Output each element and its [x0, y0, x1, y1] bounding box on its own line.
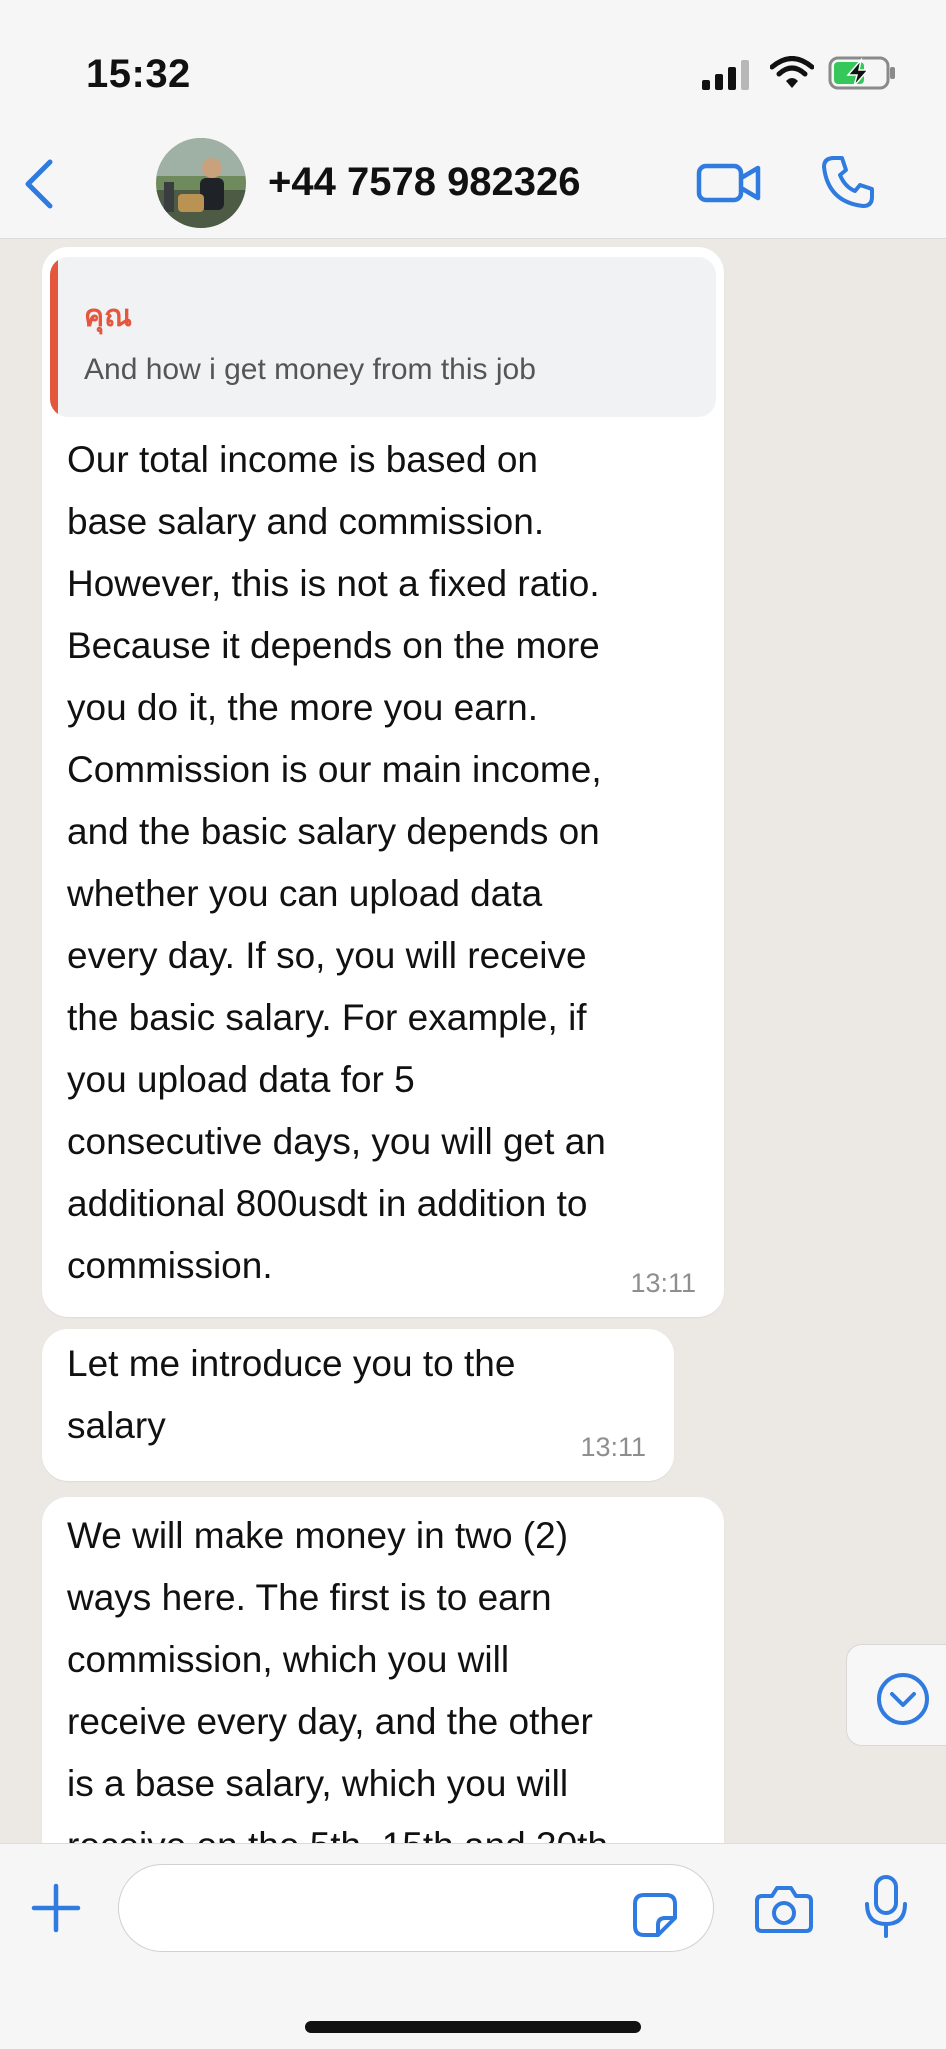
video-call-icon[interactable] — [696, 158, 762, 208]
message-time: 13:11 — [580, 1432, 646, 1462]
camera-icon[interactable] — [754, 1884, 814, 1934]
chat-header: +44 7578 982326 — [0, 130, 946, 239]
message-text: Our total income is based on base salary… — [67, 439, 606, 1286]
incoming-message[interactable]: We will make money in two (2) ways here.… — [42, 1497, 724, 1843]
phone-call-icon[interactable] — [820, 154, 876, 210]
status-time: 15:32 — [86, 52, 191, 96]
signal-icon — [702, 60, 749, 90]
battery-charging-icon — [828, 56, 895, 90]
scroll-to-bottom-button[interactable] — [846, 1644, 946, 1746]
input-bar — [0, 1843, 946, 2049]
incoming-message[interactable]: คุณ And how i get money from this job Ou… — [42, 247, 724, 1317]
back-chevron-icon[interactable] — [20, 158, 60, 210]
message-text: Let me introduce you to the salary — [67, 1343, 516, 1446]
plus-icon[interactable] — [30, 1882, 82, 1934]
chevron-down-circle-icon — [877, 1673, 929, 1725]
quoted-reply[interactable]: คุณ And how i get money from this job — [50, 257, 716, 417]
quote-author: คุณ — [84, 299, 132, 334]
message-input[interactable] — [118, 1864, 714, 1952]
sticker-icon[interactable] — [632, 1892, 678, 1938]
status-bar: 15:32 — [0, 0, 946, 130]
quote-text: And how i get money from this job — [84, 353, 536, 386]
home-indicator — [305, 2021, 641, 2033]
avatar[interactable] — [156, 138, 246, 228]
microphone-icon[interactable] — [862, 1874, 910, 1940]
message-text: We will make money in two (2) ways here.… — [67, 1515, 608, 1843]
contact-name[interactable]: +44 7578 982326 — [268, 160, 581, 205]
quote-accent-bar — [50, 257, 58, 417]
chat-area[interactable]: คุณ And how i get money from this job Ou… — [0, 239, 946, 1843]
wifi-icon — [770, 56, 814, 88]
message-time: 13:11 — [630, 1268, 696, 1298]
incoming-message[interactable]: Let me introduce you to the salary 13:11 — [42, 1329, 674, 1481]
